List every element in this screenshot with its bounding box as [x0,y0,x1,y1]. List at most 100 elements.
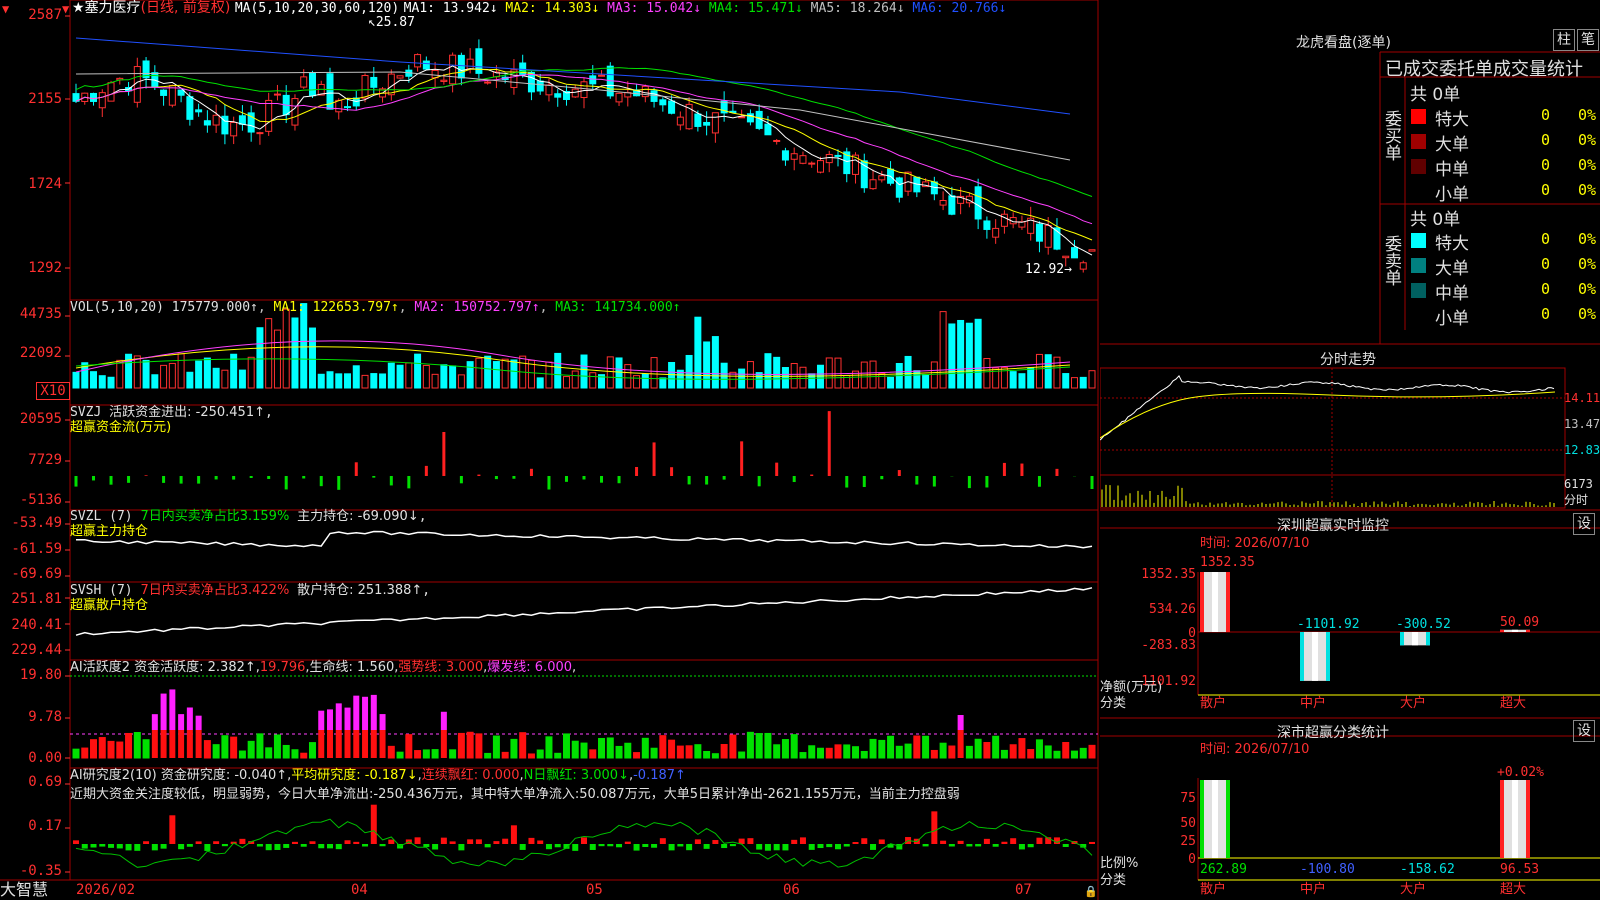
volume-bar [888,377,894,388]
ma-values: MA1: 13.942↓ MA2: 14.303↓ MA3: 15.042↓ M… [404,1,1007,16]
pen-view-button[interactable]: 笔 [1577,29,1599,51]
aihy-bar [231,737,237,758]
candle-body [774,140,780,141]
volume-bar [134,356,140,388]
classify-y-label: 25 [1150,834,1196,849]
aihy-bar [931,750,937,758]
aihy-bar [817,748,823,758]
volume-bar [406,363,412,388]
svzj-bar [880,476,883,479]
aihy-bar [616,746,622,758]
svzj-bar [215,476,218,479]
aiyj-bar [765,844,771,851]
classify-unit: 比例% [1100,856,1138,872]
aiyj-bar [555,844,561,847]
aihy-bar [975,739,981,758]
candle-body [975,187,981,219]
volume-bar [966,323,972,388]
svzj-bar [968,476,971,488]
svzj-bar [390,476,393,485]
candle-body [301,77,307,87]
volume-bar [353,366,359,388]
classify-bar-highlight [1512,780,1518,858]
svsh-y-label: 229.44 [0,642,62,658]
volume-bar [695,317,701,388]
aihy-bar [511,739,517,758]
order-count: 0 [1541,107,1550,123]
svzj-bar [442,432,445,476]
bar-view-button[interactable]: 柱 [1553,29,1575,51]
volume-bar [1054,357,1060,388]
aiyj-bar [747,838,753,844]
order-pct: 0% [1578,281,1596,297]
candle-body [450,55,456,84]
volume-bar [327,372,333,388]
volume-bar [91,372,97,388]
candle-body [1001,214,1007,226]
monitor-time: 时间: 2026/07/10 [1200,536,1309,552]
aiyj-bar [870,844,876,850]
candle-body [292,99,298,126]
candle-body [537,81,543,91]
aihy-bar [406,735,412,758]
stock-name[interactable]: 塞力医疗 [85,0,141,16]
monitor-y-label: 1352.35 [1100,567,1196,582]
lock-icon[interactable]: 🔒 [1084,884,1098,900]
svzj-y-label: 20595 [0,411,62,427]
aihy-bar-base [441,730,447,758]
favorite-star-icon[interactable]: ★ [72,0,85,16]
volume-bar [800,367,806,388]
volume-bar [1019,374,1025,388]
candle-body [187,97,193,120]
volume-bar [607,357,613,388]
candle-body [782,151,788,160]
aihy-bar [1010,745,1016,758]
candle-body [712,113,718,133]
aihy-header: AI活跃度2 资金活跃度: 2.382↑,19.796,生命线: 1.560,强… [70,660,576,676]
candle-body [896,178,902,197]
candle-body [765,124,771,135]
svzj-bar [425,466,428,476]
aihy-bar-hot [187,707,193,730]
monitor-bar [1400,632,1430,645]
volume-bar [905,356,911,388]
aihy-bar [835,745,841,758]
vol-unit: X10 [36,382,70,400]
aihy-bar-hot [318,711,324,730]
volume-bar [1089,371,1095,388]
candle-body [835,155,841,156]
candle-body [1089,250,1095,251]
candle-body [415,55,421,67]
aihy-bar [397,752,403,758]
aiyj-bar [309,841,315,844]
monitor-settings-button[interactable]: 设 [1573,513,1595,535]
svzj-y-label: 7729 [0,452,62,468]
volume-bar [152,375,158,388]
candle-body [546,85,552,95]
monitor-bar-edge [1426,632,1430,645]
aiyj-bar [502,839,508,844]
aihy-bar [82,748,88,758]
y-label: 1292 [0,260,62,276]
order-type: 特大 [1435,105,1469,130]
volume-bar [923,374,929,388]
volume-bar [1080,377,1086,388]
aihy-bar [432,750,438,758]
period-mode[interactable]: (日线, 前复权) [141,0,231,16]
svsh-y-label: 240.41 [0,617,62,633]
aiyj-bar [91,844,97,848]
aiyj-bars [73,805,1095,851]
aihy-bar [1045,746,1051,758]
svzj-bar [828,411,831,476]
volume-bar [826,358,832,388]
aiyj-bar [318,844,324,848]
aihy-bar [143,740,149,758]
candle-body [274,94,280,95]
svzj-bar [793,476,796,482]
volume-bar [634,376,640,388]
classify-settings-button[interactable]: 设 [1573,720,1595,742]
volume-bar [686,355,692,388]
volume-bar [222,370,228,388]
kline-chart-area[interactable] [0,0,1100,900]
candle-body [161,90,167,95]
